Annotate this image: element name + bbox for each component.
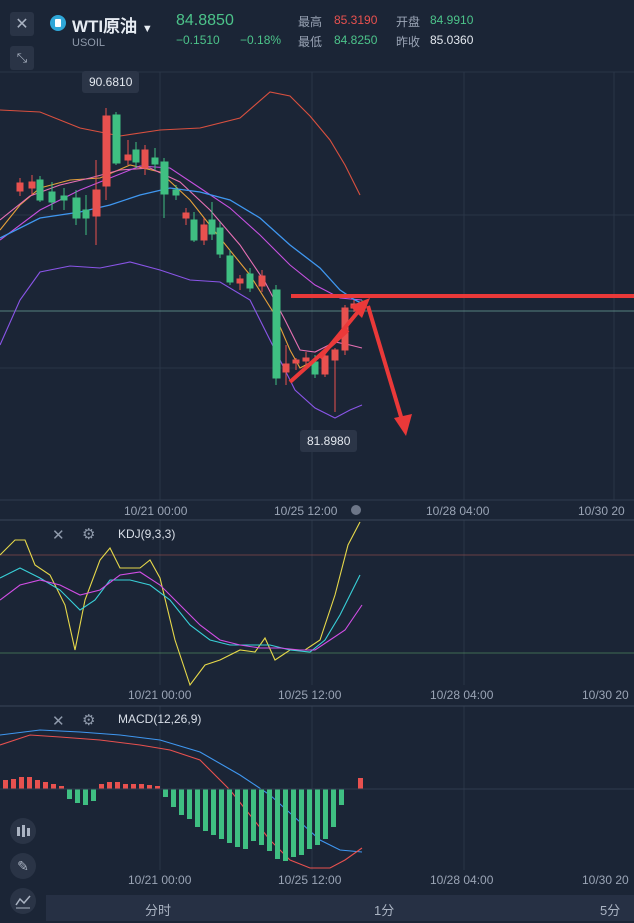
draw-tool-button[interactable]: ✎ (10, 853, 36, 879)
macd-x-tick: 10/21 00:00 (128, 873, 192, 887)
tab-timeshare[interactable]: 分时 (145, 900, 171, 919)
kdj-x-tick: 10/28 04:00 (430, 688, 494, 702)
max-price-label: 90.6810 (82, 71, 140, 93)
macd-x-tick: 10/28 04:00 (430, 873, 494, 887)
indicator-tool-button[interactable] (10, 888, 36, 914)
macd-title: MACD(12,26,9) (118, 712, 202, 726)
min-price-label: 81.8980 (300, 430, 358, 452)
kdj-close-icon[interactable]: ✕ (52, 526, 65, 544)
main-x-tick: 10/28 04:00 (426, 504, 490, 518)
candlestick-icon (17, 825, 30, 837)
indicator-wave-icon (15, 895, 31, 909)
chart-canvas[interactable] (0, 0, 634, 923)
kdj-x-tick: 10/21 00:00 (128, 688, 192, 702)
timeframe-bar (46, 895, 634, 921)
tab-5min[interactable]: 5分 (600, 900, 620, 919)
pencil-icon: ✎ (17, 857, 29, 874)
macd-x-tick: 10/25 12:00 (278, 873, 342, 887)
kdj-x-tick: 10/25 12:00 (278, 688, 342, 702)
kdj-settings-icon[interactable]: ⚙ (82, 525, 95, 543)
macd-settings-icon[interactable]: ⚙ (82, 711, 95, 729)
main-x-tick: 10/30 20 (578, 504, 625, 518)
tab-1min[interactable]: 1分 (374, 900, 394, 919)
kdj-title: KDJ(9,3,3) (118, 527, 176, 541)
main-x-tick: 10/25 12:00 (274, 504, 338, 518)
candlestick-tool-button[interactable] (10, 818, 36, 844)
kdj-x-tick: 10/30 20 (582, 688, 629, 702)
main-x-tick: 10/21 00:00 (124, 504, 188, 518)
macd-close-icon[interactable]: ✕ (52, 712, 65, 730)
macd-x-tick: 10/30 20 (582, 873, 629, 887)
